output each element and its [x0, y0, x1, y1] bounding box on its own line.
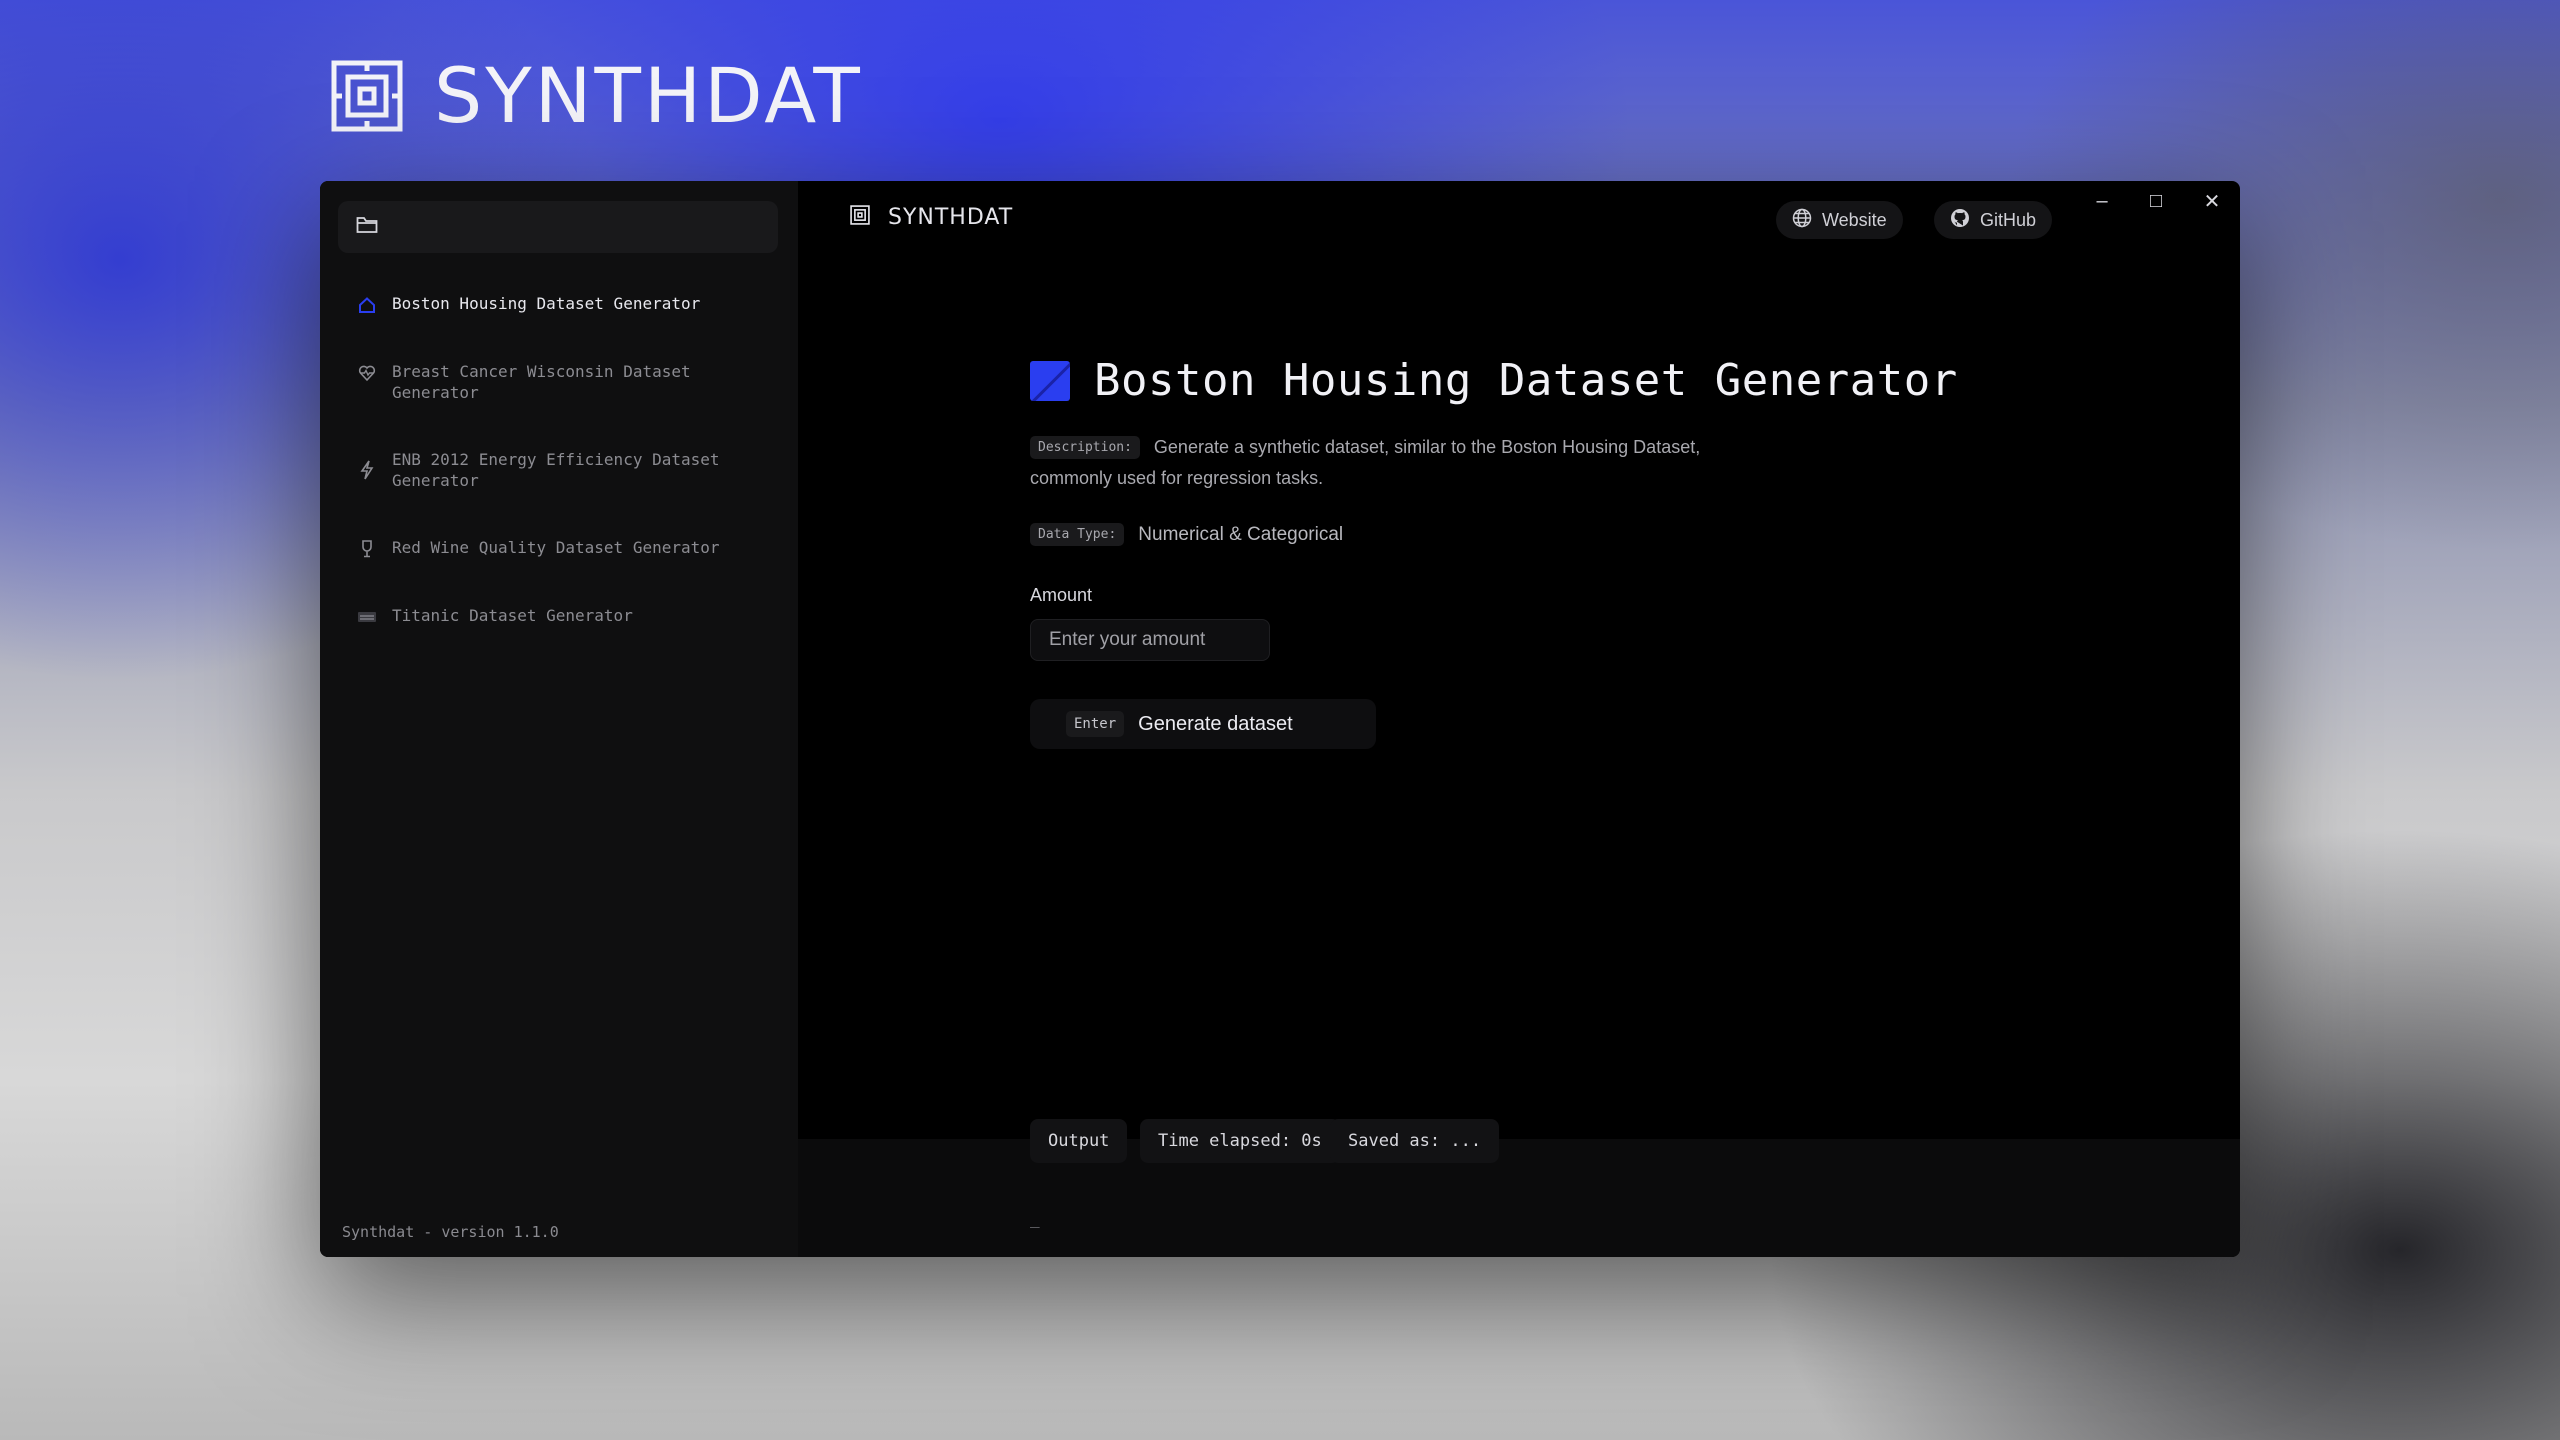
- data-type-tag: Data Type:: [1030, 523, 1125, 546]
- enter-key-hint: Enter: [1066, 711, 1125, 737]
- version-label: Synthdat - version 1.1.0: [342, 1223, 559, 1241]
- saved-as-chip: Saved as: ...: [1330, 1119, 1500, 1163]
- titlebar-brand: SYNTHDAT: [850, 205, 1013, 230]
- sidebar: Boston Housing Dataset Generator Breast …: [320, 181, 798, 1257]
- close-button[interactable]: ✕: [2192, 187, 2232, 215]
- app-window: Boston Housing Dataset Generator Breast …: [320, 181, 2240, 1257]
- wine-glass-icon: [356, 538, 378, 560]
- minimize-button[interactable]: –: [2082, 187, 2122, 215]
- github-button[interactable]: GitHub: [1934, 201, 2053, 239]
- folder-icon: [356, 216, 378, 239]
- website-label: Website: [1822, 209, 1887, 230]
- sidebar-item-enb-energy[interactable]: ENB 2012 Energy Efficiency Dataset Gener…: [320, 449, 798, 537]
- sidebar-item-boston-housing[interactable]: Boston Housing Dataset Generator: [320, 293, 798, 361]
- open-folder-button[interactable]: [338, 201, 778, 253]
- data-type-value: Numerical & Categorical: [1138, 523, 1344, 545]
- output-cursor: _: [1030, 1209, 1040, 1228]
- sidebar-item-label: ENB 2012 Energy Efficiency Dataset Gener…: [392, 450, 720, 490]
- data-type-row: Data Type: Numerical & Categorical: [1030, 523, 1343, 546]
- github-icon: [1950, 208, 1970, 233]
- heart-pulse-icon: [356, 362, 378, 384]
- sidebar-item-label: Boston Housing Dataset Generator: [392, 294, 701, 313]
- window-title: SYNTHDAT: [888, 205, 1014, 230]
- brand-name: SYNTHDAT: [434, 51, 863, 140]
- dataset-color-swatch: [1030, 360, 1070, 401]
- synthdat-logo-icon: [850, 205, 870, 230]
- amount-label: Amount: [1030, 585, 1093, 605]
- github-label: GitHub: [1980, 209, 2037, 230]
- house-icon: [356, 294, 378, 316]
- description-text-continued: commonly used for regression tasks.: [1030, 468, 1324, 488]
- time-elapsed-chip: Time elapsed: 0s: [1140, 1119, 1340, 1163]
- generate-dataset-button[interactable]: Enter Generate dataset: [1030, 699, 1376, 749]
- sidebar-item-red-wine[interactable]: Red Wine Quality Dataset Generator: [320, 537, 798, 605]
- maximize-button[interactable]: □: [2136, 187, 2176, 215]
- description-tag: Description:: [1030, 435, 1140, 459]
- output-panel: [798, 1139, 2240, 1257]
- description-text: Generate a synthetic dataset, similar to…: [1153, 437, 1701, 457]
- output-tab[interactable]: Output: [1030, 1119, 1128, 1163]
- brand-header: SYNTHDAT: [330, 58, 863, 134]
- sidebar-item-label: Titanic Dataset Generator: [392, 606, 633, 625]
- globe-icon: [1792, 208, 1812, 233]
- synthdat-logo-icon: [330, 59, 404, 133]
- ship-icon: [356, 606, 378, 628]
- sidebar-item-breast-cancer[interactable]: Breast Cancer Wisconsin Dataset Generato…: [320, 361, 798, 449]
- sidebar-item-titanic[interactable]: Titanic Dataset Generator: [320, 605, 798, 665]
- sidebar-item-label: Breast Cancer Wisconsin Dataset Generato…: [392, 362, 691, 402]
- website-button[interactable]: Website: [1776, 201, 1903, 239]
- amount-input[interactable]: [1030, 619, 1270, 661]
- dataset-nav: Boston Housing Dataset Generator Breast …: [320, 293, 798, 665]
- sidebar-item-label: Red Wine Quality Dataset Generator: [392, 538, 720, 557]
- lightning-icon: [356, 459, 378, 481]
- generate-dataset-label: Generate dataset: [1138, 712, 1293, 735]
- description-block: Description: Generate a synthetic datase…: [1030, 435, 1750, 489]
- page-header: Boston Housing Dataset Generator: [1030, 355, 1958, 406]
- page-title: Boston Housing Dataset Generator: [1094, 355, 1958, 406]
